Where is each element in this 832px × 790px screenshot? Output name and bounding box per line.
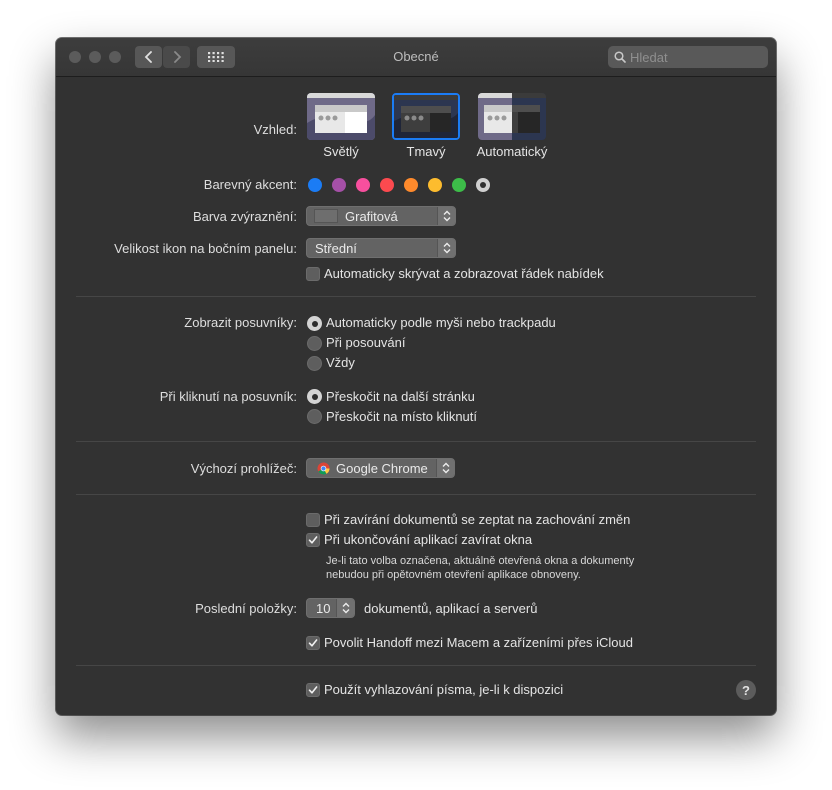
accent-color-swatch[interactable] (476, 178, 490, 192)
checkmark-icon (308, 639, 318, 647)
appearance-light-thumb[interactable] (307, 93, 375, 140)
recent-items-stepper[interactable]: 10 (306, 598, 355, 618)
scrollbars-scrolling-radio[interactable] (307, 336, 322, 351)
ask-keep-changes-label: Při zavírání dokumentů se zeptat na zach… (324, 512, 631, 527)
scrollbars-always-label: Vždy (326, 355, 355, 370)
scrollbars-scrolling-label: Při posouvání (326, 335, 406, 350)
separator (76, 665, 756, 666)
sidebar-icon-size-popup[interactable]: Střední (306, 238, 456, 258)
separator (76, 441, 756, 442)
appearance-dark-thumb[interactable] (392, 93, 460, 140)
appearance-dark-label: Tmavý (406, 144, 446, 159)
close-windows-checkbox[interactable] (306, 533, 320, 547)
highlight-label: Barva zvýraznění: (192, 209, 297, 224)
popup-arrows-icon (436, 459, 454, 477)
auto-appearance-icon (478, 93, 546, 140)
sidebar-icon-size-label: Velikost ikon na bočním panelu: (114, 241, 297, 256)
scrollbar-click-next-page-radio[interactable] (307, 389, 322, 404)
chrome-icon (317, 462, 330, 475)
popup-arrows-icon (437, 239, 455, 257)
popup-arrows-icon (336, 599, 354, 617)
menu-bar-autohide-label: Automaticky skrývat a zobrazovat řádek n… (324, 266, 604, 281)
separator (76, 296, 756, 297)
search-icon (614, 51, 626, 63)
scrollbars-label: Zobrazit posuvníky: (184, 315, 297, 330)
popup-arrows-icon (437, 207, 455, 225)
font-smoothing-label: Použít vyhlazování písma, je-li k dispoz… (324, 682, 564, 697)
scrollbar-click-spot-radio[interactable] (307, 409, 322, 424)
scrollbars-auto-radio[interactable] (307, 316, 322, 331)
accent-color-swatch[interactable] (380, 178, 394, 192)
default-browser-popup[interactable]: Google Chrome (306, 458, 455, 478)
font-smoothing-checkbox[interactable] (306, 683, 320, 697)
search-input[interactable] (630, 49, 760, 65)
accent-label: Barevný akcent: (203, 177, 297, 192)
recent-items-value: 10 (316, 600, 331, 616)
recent-items-suffix: dokumentů, aplikací a serverů (364, 601, 538, 616)
checkmark-icon (308, 686, 318, 694)
handoff-label: Povolit Handoff mezi Macem a zařízeními … (324, 635, 633, 650)
scrollbar-click-next-page-label: Přeskočit na další stránku (326, 389, 475, 404)
title-bar: Obecné (56, 38, 776, 77)
light-appearance-icon (307, 93, 375, 140)
handoff-checkbox[interactable] (306, 636, 320, 650)
preferences-window: Obecné Vzhled: (56, 38, 776, 715)
ask-keep-changes-checkbox[interactable] (306, 513, 320, 527)
highlight-popup[interactable]: Grafitová (306, 206, 456, 226)
accent-color-swatch[interactable] (332, 178, 346, 192)
help-button[interactable]: ? (736, 680, 756, 700)
default-browser-label: Výchozí prohlížeč: (190, 461, 297, 476)
highlight-color-swatch (314, 209, 338, 223)
highlight-value: Grafitová (345, 208, 398, 224)
sidebar-icon-size-value: Střední (315, 240, 357, 256)
scrollbar-click-label: Při kliknutí na posuvník: (159, 389, 297, 404)
checkmark-icon (308, 536, 318, 544)
close-windows-note-line-1: Je-li tato volba označena, aktuálně otev… (326, 555, 635, 567)
separator (76, 494, 756, 495)
accent-color-swatch[interactable] (452, 178, 466, 192)
accent-color-swatch[interactable] (404, 178, 418, 192)
accent-color-swatch[interactable] (356, 178, 370, 192)
appearance-light-label: Světlý (323, 144, 359, 159)
menu-bar-autohide-checkbox[interactable] (306, 267, 320, 281)
default-browser-value: Google Chrome (336, 460, 428, 476)
appearance-label: Vzhled: (253, 122, 297, 137)
scrollbar-click-spot-label: Přeskočit na místo kliknutí (326, 409, 477, 424)
scrollbars-always-radio[interactable] (307, 356, 322, 371)
appearance-auto-label: Automatický (476, 144, 548, 159)
appearance-auto-thumb[interactable] (478, 93, 546, 140)
recent-items-label: Poslední položky: (195, 601, 297, 616)
accent-color-swatch[interactable] (308, 178, 322, 192)
search-field[interactable] (608, 46, 768, 68)
scrollbars-auto-label: Automaticky podle myši nebo trackpadu (326, 315, 556, 330)
close-windows-note-line-2: nebudou při opětovném otevření aplikace … (326, 569, 581, 581)
accent-color-swatch[interactable] (428, 178, 442, 192)
close-windows-label: Při ukončování aplikací zavírat okna (324, 532, 533, 547)
dark-appearance-icon (394, 95, 458, 138)
